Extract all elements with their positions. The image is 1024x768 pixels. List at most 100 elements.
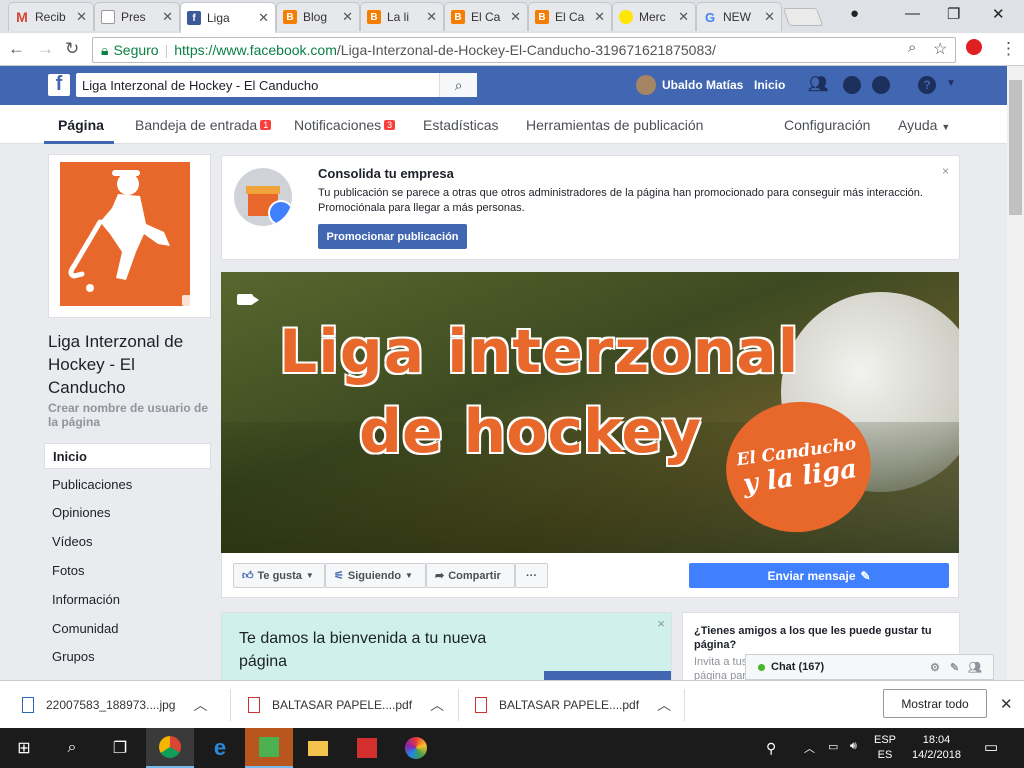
browser-tab[interactable]: G NEW ✕ [696, 2, 782, 31]
windows-start-icon[interactable]: ⊞ [0, 728, 48, 768]
browser-tab[interactable]: B La li ✕ [360, 2, 444, 31]
sidebar-item-opiniones[interactable]: Opiniones [44, 499, 211, 525]
clock[interactable]: 18:04 14/2/2018 [912, 733, 961, 763]
reload-icon[interactable]: ↻ [65, 39, 79, 59]
url-bar[interactable]: 🔒︎ Seguro | https://www.facebook.com/Lig… [92, 37, 956, 63]
sidebar-item-publicaciones[interactable]: Publicaciones [44, 471, 211, 497]
tab-pagina[interactable]: Página [58, 117, 104, 133]
chevron-up-icon[interactable]: ︿ [657, 695, 671, 715]
group-icon[interactable]: 👥︎ [968, 661, 982, 674]
tab-settings[interactable]: Configuración [784, 117, 870, 133]
close-icon[interactable]: ✕ [1000, 695, 1013, 713]
help-icon[interactable]: ? [918, 76, 936, 94]
friend-requests-icon[interactable]: 👥︎ [808, 74, 828, 94]
facebook-search-input[interactable]: Liga Interzonal de Hockey - El Canducho … [76, 73, 477, 97]
forward-icon[interactable]: → [37, 39, 54, 59]
back-icon[interactable]: ← [8, 39, 25, 59]
create-username-link[interactable]: Crear nombre de usuario de la página [48, 401, 213, 429]
sidebar-item-informacion[interactable]: Información [44, 586, 211, 612]
video-camera-icon[interactable] [237, 294, 259, 305]
download-item[interactable]: BALTASAR PAPELE....pdf ︿ [475, 681, 671, 729]
following-button[interactable]: ⚟ Siguiendo ▼ [325, 563, 426, 588]
profile-icon[interactable]: ● [850, 5, 859, 22]
browser-tab[interactable]: B El Ca ✕ [444, 2, 528, 31]
gear-icon[interactable]: ⚙ [930, 661, 940, 674]
browser-tab[interactable]: B El Ca ✕ [528, 2, 612, 31]
restore-icon[interactable]: ❐ [947, 5, 960, 23]
new-tab-button[interactable] [782, 8, 824, 26]
notification-center-icon[interactable]: ▭ [984, 738, 998, 756]
extension-icon[interactable] [966, 39, 982, 55]
app-icon[interactable] [245, 728, 293, 768]
chat-bar[interactable]: Chat (167) ⚙ ✎ 👥︎ [745, 654, 994, 680]
task-view-icon[interactable]: ❐ [96, 728, 144, 768]
download-item[interactable]: BALTASAR PAPELE....pdf ︿ [248, 681, 444, 729]
promote-post-button[interactable]: Promocionar publicación [318, 224, 467, 249]
minimize-icon[interactable]: — [905, 5, 920, 22]
close-tab-icon[interactable]: ✕ [162, 9, 173, 25]
language-indicator[interactable]: ESP ES [874, 733, 896, 763]
volume-icon[interactable]: 🔊︎ [850, 740, 857, 753]
camera-icon[interactable] [182, 295, 198, 306]
show-all-downloads-button[interactable]: Mostrar todo [883, 689, 987, 718]
close-window-icon[interactable]: ✕ [992, 5, 1005, 23]
tab-statistics[interactable]: Estadísticas [423, 117, 498, 133]
like-button[interactable]: 👍︎ Te gusta ▼ [233, 563, 325, 588]
close-icon[interactable]: × [942, 164, 949, 178]
tab-publishing-tools[interactable]: Herramientas de publicación [526, 117, 703, 133]
sidebar-item-comunidad[interactable]: Comunidad [44, 615, 211, 641]
chevron-up-icon[interactable]: ︿ [804, 740, 815, 756]
sidebar-item-videos[interactable]: Vídeos [44, 528, 211, 554]
close-tab-icon[interactable]: ✕ [678, 9, 689, 25]
edge-icon[interactable]: e [196, 728, 244, 768]
zoom-icon[interactable]: ⌕ [908, 39, 916, 56]
chrome-icon[interactable] [146, 728, 194, 768]
close-tab-icon[interactable]: ✕ [594, 9, 605, 25]
facebook-logo-icon[interactable]: f [48, 74, 70, 96]
close-icon[interactable]: × [657, 616, 665, 631]
browser-tab[interactable]: M Recib ✕ [8, 2, 94, 31]
network-icon[interactable]: ▭ [828, 740, 838, 753]
file-explorer-icon[interactable] [294, 728, 342, 768]
user-name-link[interactable]: Ubaldo Matías [662, 78, 743, 92]
sidebar-item-grupos[interactable]: Grupos [44, 643, 211, 669]
menu-icon[interactable]: ⋮ [1000, 39, 1017, 59]
people-icon[interactable]: ⚲ [766, 740, 776, 757]
browser-tab[interactable]: B Blog ✕ [276, 2, 360, 31]
acrobat-icon[interactable] [343, 728, 391, 768]
download-item[interactable]: 22007583_188973....jpg ︿ [22, 681, 207, 729]
close-tab-icon[interactable]: ✕ [764, 9, 775, 25]
cover-photo[interactable]: Liga interzonal de hockey El Canducho y … [221, 272, 959, 553]
close-tab-icon[interactable]: ✕ [426, 9, 437, 25]
tab-notifications[interactable]: Notificaciones 3 [294, 117, 396, 133]
profile-picture[interactable] [60, 162, 190, 306]
home-link[interactable]: Inicio [754, 78, 785, 92]
more-options-button[interactable]: ··· [515, 563, 548, 588]
globe-icon[interactable] [872, 76, 890, 94]
gmail-icon: M [16, 9, 28, 25]
avatar[interactable] [636, 75, 656, 95]
close-tab-icon[interactable]: ✕ [342, 9, 353, 25]
bookmark-star-icon[interactable]: ☆ [933, 39, 947, 59]
share-button[interactable]: ➦ Compartir [426, 563, 515, 588]
sidebar-item-inicio[interactable]: Inicio [44, 443, 211, 469]
chevron-up-icon[interactable]: ︿ [193, 695, 207, 715]
search-icon[interactable]: ⌕ [439, 73, 477, 97]
tab-help[interactable]: Ayuda ▼ [898, 117, 950, 133]
chevron-down-icon[interactable]: ▼ [946, 78, 956, 89]
picasa-icon[interactable] [392, 728, 440, 768]
browser-tab[interactable]: Merc ✕ [612, 2, 696, 31]
close-tab-icon[interactable]: ✕ [76, 9, 87, 25]
messenger-icon[interactable] [843, 76, 861, 94]
close-tab-icon[interactable]: ✕ [510, 9, 521, 25]
close-tab-icon[interactable]: ✕ [258, 10, 269, 26]
tab-inbox[interactable]: Bandeja de entrada 1 [135, 117, 272, 133]
chevron-up-icon[interactable]: ︿ [430, 695, 444, 715]
compose-icon[interactable]: ✎ [950, 661, 959, 674]
sidebar-item-fotos[interactable]: Fotos [44, 557, 211, 583]
browser-tab[interactable]: Pres ✕ [94, 2, 180, 31]
search-icon[interactable]: ⌕ [48, 728, 96, 768]
send-message-button[interactable]: Enviar mensaje ✎ [689, 563, 949, 588]
scrollbar-thumb[interactable] [1009, 80, 1022, 215]
browser-tab-active[interactable]: f Liga ✕ [180, 2, 276, 33]
